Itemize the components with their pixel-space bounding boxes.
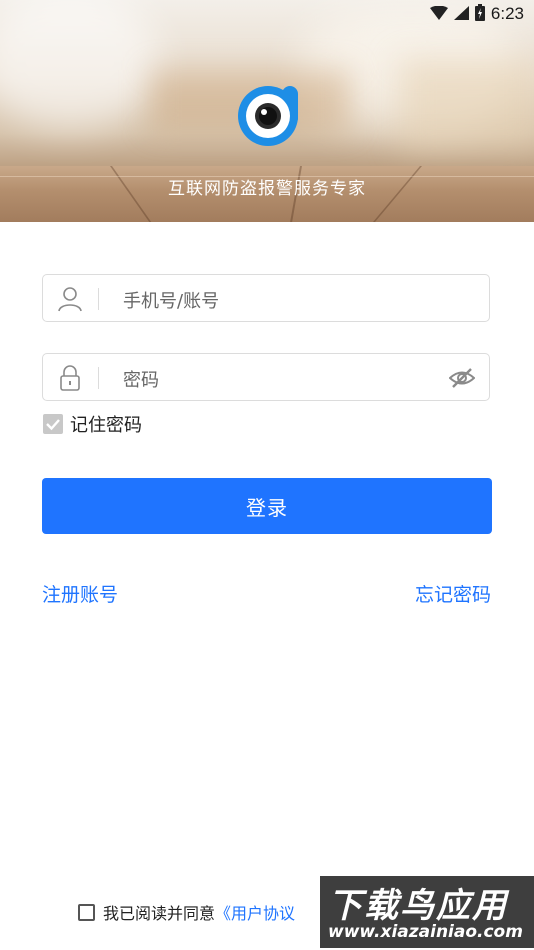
tagline: 互联网防盗报警服务专家 xyxy=(168,179,366,199)
login-button[interactable]: 登录 xyxy=(42,478,492,534)
watermark-url: www.xiazainiao.com xyxy=(328,922,523,942)
remember-checkbox[interactable] xyxy=(43,414,63,434)
agreement-checkbox[interactable] xyxy=(78,903,95,921)
account-field[interactable]: 手机号/账号 xyxy=(42,274,490,322)
password-field[interactable]: 密码 xyxy=(42,353,490,401)
forgot-password-link[interactable]: 忘记密码 xyxy=(415,580,491,607)
eye-off-icon[interactable] xyxy=(448,366,476,390)
watermark-title: 下载鸟应用 xyxy=(328,886,508,926)
battery-charging-icon xyxy=(474,3,485,25)
status-bar: 6:23 xyxy=(429,0,534,28)
camera-eye-logo xyxy=(236,84,300,148)
field-divider xyxy=(98,288,99,310)
status-time: 6:23 xyxy=(490,4,524,23)
account-input[interactable]: 手机号/账号 xyxy=(123,287,219,313)
lock-icon xyxy=(57,365,83,391)
agreement-row: 我已阅读并同意 《用户协议 xyxy=(78,900,295,924)
agreement-text: 我已阅读并同意 xyxy=(103,904,216,923)
login-screen: 6:23 互联网防盗报警服务专家 手机号/账号 密码 记住密码 登录 注册账号 … xyxy=(0,0,534,950)
field-divider xyxy=(98,367,99,389)
signal-icon xyxy=(453,5,469,24)
watermark: 下载鸟应用 www.xiazainiao.com xyxy=(320,876,534,948)
check-icon xyxy=(46,419,60,431)
remember-label: 记住密码 xyxy=(70,415,142,436)
remember-password[interactable]: 记住密码 xyxy=(43,411,142,437)
wifi-icon xyxy=(429,5,448,24)
register-link[interactable]: 注册账号 xyxy=(42,580,118,607)
password-input[interactable]: 密码 xyxy=(123,366,159,392)
user-agreement-link[interactable]: 《用户协议 xyxy=(215,900,295,924)
user-icon xyxy=(57,286,83,312)
